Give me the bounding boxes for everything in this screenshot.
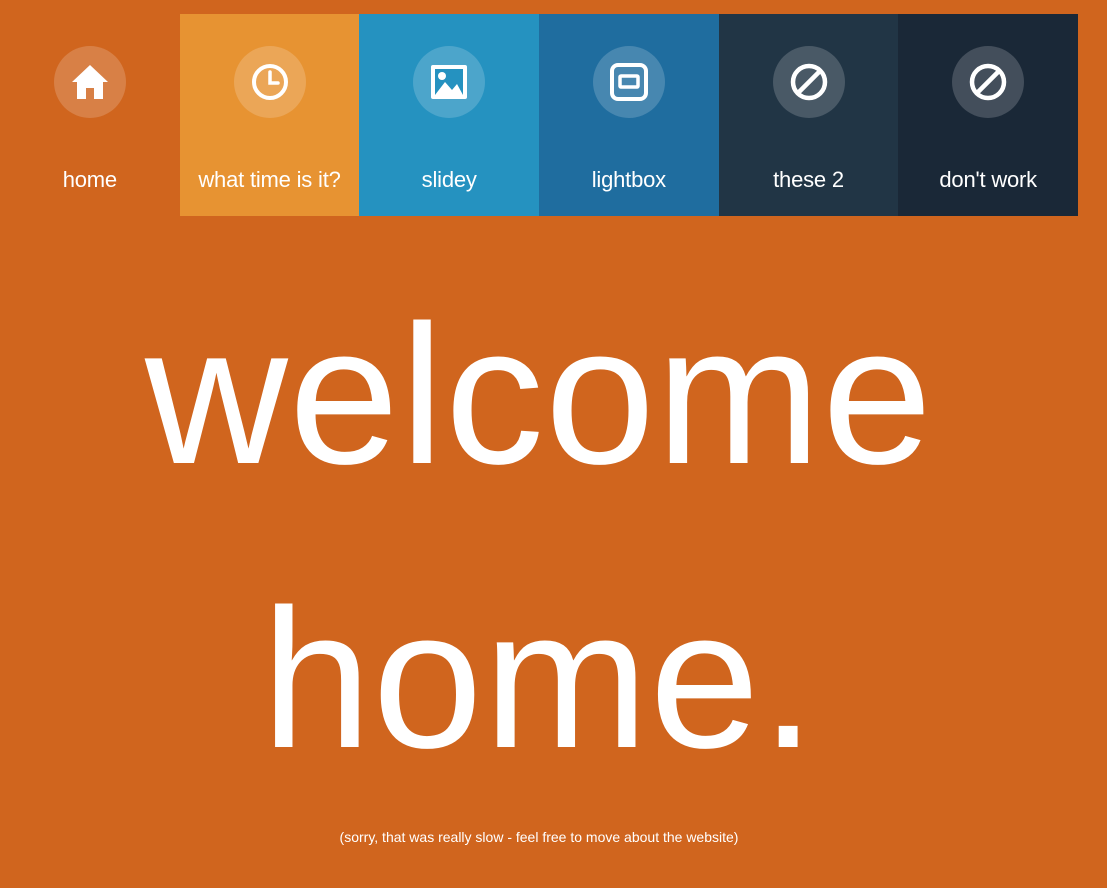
nav-item-what-time-is-it[interactable]: what time is it? (179, 14, 360, 216)
nav-label-these-2: these 2 (773, 167, 844, 192)
nav-label-lightbox: lightbox (591, 167, 666, 192)
main-nav: home what time is it? slidey lightbox th… (0, 14, 1079, 216)
hero-title-line2: home. (261, 568, 817, 789)
hero-title-line1: welcome (144, 284, 934, 505)
nav-item-home[interactable]: home (0, 14, 180, 216)
nav-label-dont-work: don't work (939, 167, 1037, 192)
nav-item-lightbox[interactable]: lightbox (539, 14, 719, 216)
nav-label-what-time-is-it: what time is it? (198, 167, 341, 192)
ban-icon (952, 46, 1025, 118)
clock-icon (233, 46, 306, 118)
nav-item-dont-work[interactable]: don't work (898, 14, 1079, 216)
home-icon (54, 46, 126, 118)
nav-item-slidey[interactable]: slidey (359, 14, 540, 216)
lightbox-icon (593, 46, 666, 118)
ban-icon (772, 46, 845, 118)
apology-note: (sorry, that was really slow - feel free… (339, 829, 739, 845)
nav-label-home: home (62, 167, 117, 192)
image-icon (413, 46, 486, 118)
nav-label-slidey: slidey (421, 167, 477, 192)
nav-item-these-2[interactable]: these 2 (718, 14, 899, 216)
